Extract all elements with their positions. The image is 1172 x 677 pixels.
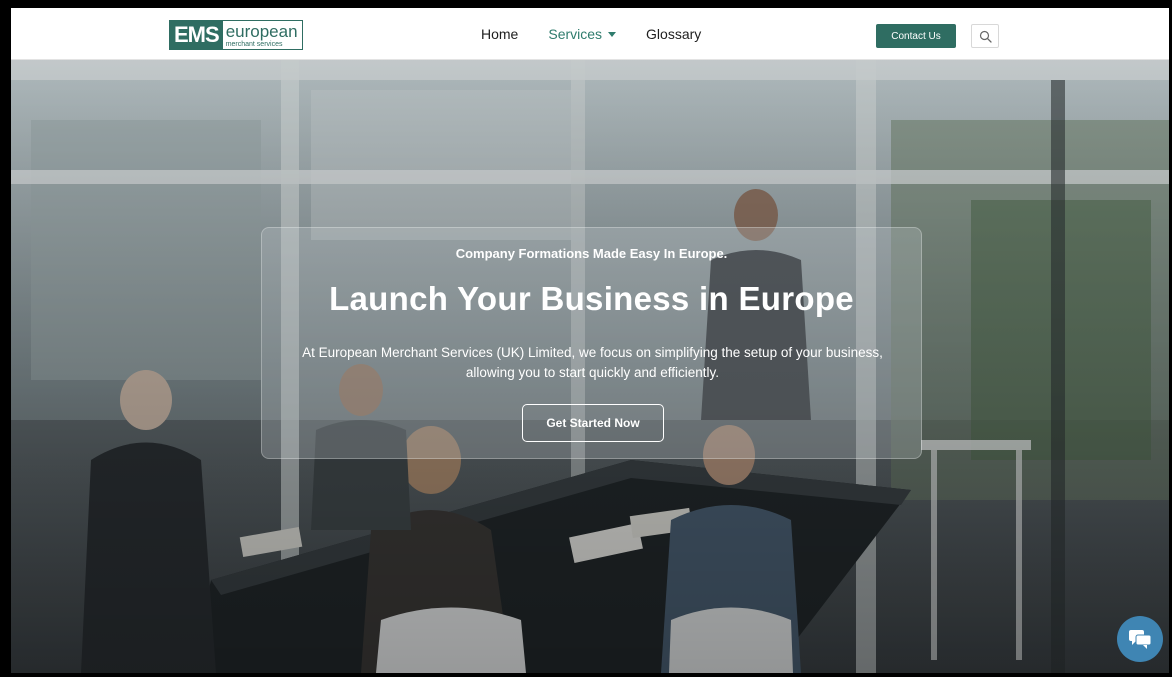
chat-button[interactable]	[1117, 616, 1163, 662]
nav-item-home[interactable]: Home	[481, 26, 518, 42]
ems-logo[interactable]: EMS european merchant services	[169, 20, 303, 50]
hero-description: At European Merchant Services (UK) Limit…	[302, 345, 883, 380]
main-nav: Home Services Glossary	[481, 8, 731, 60]
search-icon	[979, 30, 992, 43]
logo-word: european	[225, 21, 298, 41]
hero-section: Company Formations Made Easy In Europe. …	[11, 60, 1169, 673]
web-page: EMS european merchant services Home Serv…	[11, 8, 1169, 673]
site-header: EMS european merchant services Home Serv…	[11, 8, 1169, 60]
hero-card: Company Formations Made Easy In Europe. …	[261, 227, 922, 459]
logo-text: european merchant services	[223, 21, 302, 49]
search-button[interactable]	[971, 24, 999, 48]
nav-item-glossary[interactable]: Glossary	[646, 26, 701, 42]
hero-kicker: Company Formations Made Easy In Europe.	[455, 246, 728, 261]
chat-icon	[1129, 630, 1152, 649]
nav-item-services-label: Services	[548, 26, 603, 42]
logo-mark: EMS	[170, 21, 223, 49]
get-started-button[interactable]: Get Started Now	[522, 404, 664, 442]
hero-headline: Launch Your Business in Europe	[329, 280, 854, 317]
nav-item-services[interactable]: Services	[548, 26, 617, 42]
logo-subtitle: merchant services	[225, 40, 283, 48]
chevron-down-icon	[608, 31, 617, 37]
contact-us-button[interactable]: Contact Us	[876, 24, 956, 48]
screen-frame: EMS european merchant services Home Serv…	[0, 0, 1172, 677]
